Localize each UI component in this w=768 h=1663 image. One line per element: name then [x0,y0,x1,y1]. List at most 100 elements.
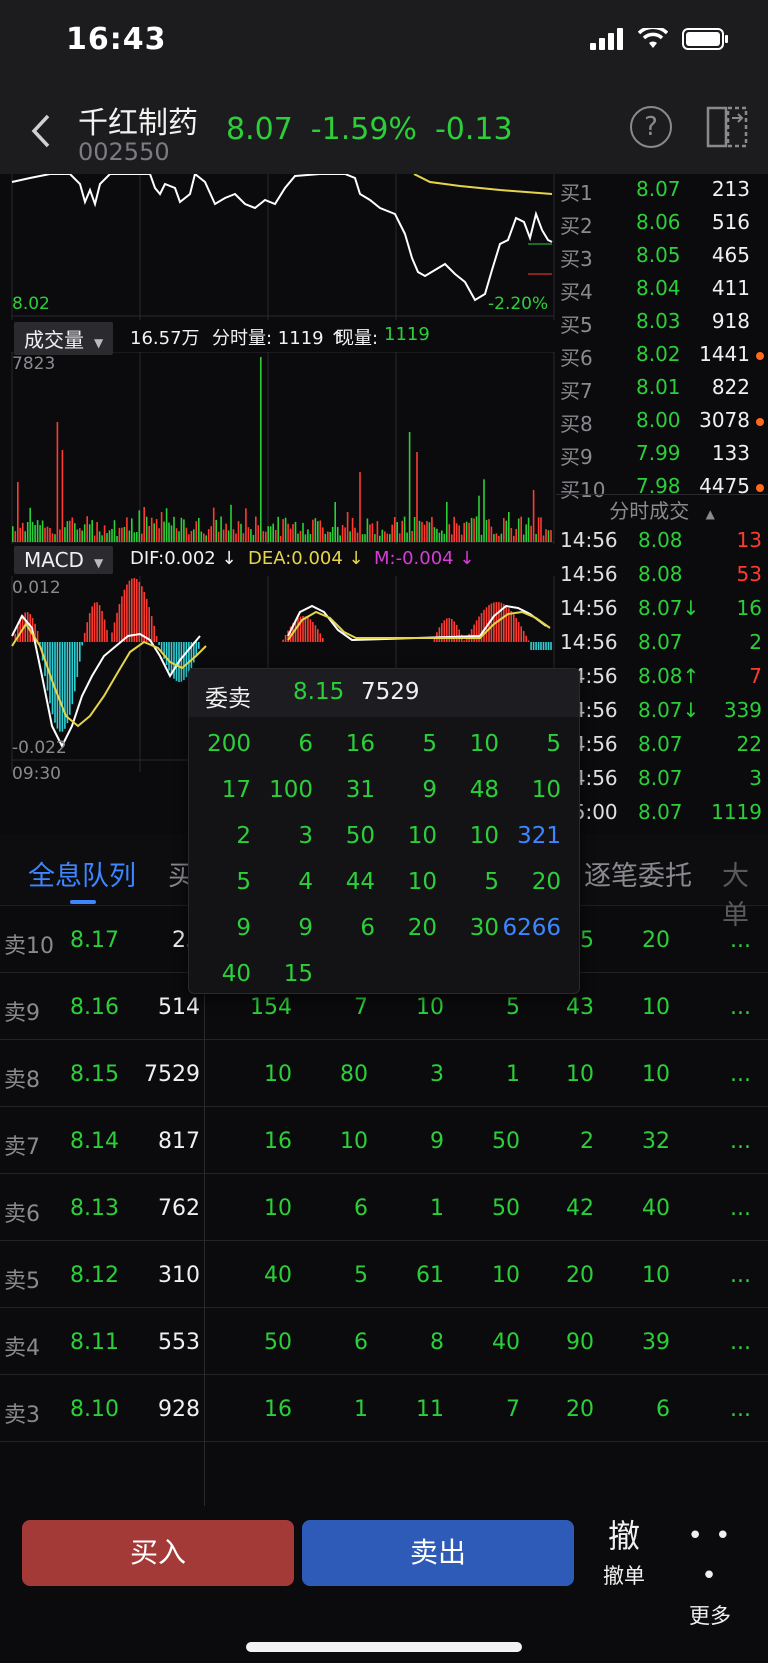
volume-bar [508,512,510,542]
order-book-row[interactable]: 买4 8.04 411 [556,273,768,306]
order-book-row[interactable]: 买2 8.06 516 [556,207,768,240]
macd-dif-line [11,614,201,749]
queue-more-icon[interactable]: ... [730,1263,751,1288]
queue-price: 8.15 [70,1062,119,1087]
volume-bar [49,528,51,542]
order-book-row[interactable]: 买6 8.02 1441 [556,339,768,372]
volume-bar [262,531,265,542]
macd-bar [131,578,133,642]
volume-bar [366,518,369,542]
order-book-row[interactable]: 买1 8.07 213 [556,174,768,207]
queue-total-volume: 310 [158,1263,200,1288]
volume-bar [195,521,198,542]
queue-more-icon[interactable]: ... [730,1196,751,1221]
sell-button[interactable]: 卖出 [302,1520,574,1586]
volume-bar [441,530,443,542]
queue-row[interactable]: 卖4 8.11 553 50 6 8 40 90 39... [0,1308,768,1375]
buy-button[interactable]: 买入 [22,1520,294,1586]
volume-bar [267,526,269,542]
tab-by-order[interactable]: 逐笔委托 [584,854,692,893]
order-book-row[interactable]: 买5 8.03 918 [556,306,768,339]
queue-level: 卖5 [4,1269,40,1294]
volume-bar [252,535,255,542]
macd-bar [522,630,525,642]
queue-level: 卖9 [4,1001,40,1026]
queue-order-size: 6 [656,1397,670,1422]
trade-time: 14:56 [560,596,618,620]
volume-bar [317,521,319,542]
macd-bar [307,617,309,642]
queue-more-icon[interactable]: ... [730,1397,751,1422]
queue-more-icon[interactable]: ... [730,1330,751,1355]
order-book-row[interactable]: 买8 8.00 3078 [556,405,768,438]
macd-bar [490,603,493,642]
current-volume-label: 现量: [336,328,379,349]
volume-bar [361,534,364,542]
back-button[interactable] [22,106,62,156]
queue-order-size: 10 [264,1062,292,1087]
macd-dea: DEA:0.004 ↓ [248,548,364,569]
volume-bar [207,529,210,542]
queue-level: 卖10 [4,934,54,959]
volume-bar [446,502,448,542]
queue-row[interactable]: 卖7 8.14 817 16 10 9 50 2 32... [0,1107,768,1174]
queue-row[interactable]: 卖8 8.15 7529 10 80 3 1 10 10... [0,1040,768,1107]
order-book-row[interactable]: 买3 8.05 465 [556,240,768,273]
queue-order-size: 10 [642,1263,670,1288]
macd-bar [532,642,535,650]
volume-bar [418,520,421,542]
status-time: 16:43 [66,22,167,57]
time-axis-start: 09:30 [12,764,61,784]
volume-bar [376,521,379,542]
tick-trades-header[interactable]: 分时成交 ▲ [556,494,768,528]
order-book-level: 买3 [560,247,593,271]
volume-bar [185,527,188,542]
queue-level: 卖8 [4,1068,40,1093]
volume-bar [431,517,433,542]
order-book-row[interactable]: 买9 7.99 133 [556,438,768,471]
cancel-order-button[interactable]: 撤 撤单 [594,1516,654,1590]
popup-order-size: 9 [298,915,313,941]
more-button[interactable]: • • • 更多 [680,1516,740,1630]
volume-bar [386,533,389,542]
order-queue-popup[interactable]: 委卖 8.15 7529 200 6 16 5 10 5 17 100 31 9 48 10 2 3 50 1… [188,668,580,994]
volume-bar [116,536,118,542]
volume-bar [212,507,215,542]
queue-more-icon[interactable]: ... [730,995,751,1020]
volume-indicator-select[interactable]: 成交量 ▼ [14,322,114,355]
queue-row[interactable]: 卖6 8.13 762 10 6 1 50 42 40... [0,1174,768,1241]
volume-bar [517,518,520,542]
volume-bar [155,519,158,542]
trade-volume: 2 [749,630,762,654]
macd-bar [527,640,530,642]
volume-bar [41,520,44,542]
queue-order-size: 1 [354,1397,368,1422]
popup-order-size: 200 [207,731,251,757]
tab-full-queue[interactable]: 全息队列 [28,854,136,893]
cellular-signal-icon [590,28,623,50]
macd-bar [111,632,113,642]
queue-order-size: 8 [430,1330,444,1355]
queue-row[interactable]: 卖5 8.12 310 40 5 61 10 20 10... [0,1241,768,1308]
queue-more-icon[interactable]: ... [730,1062,751,1087]
queue-row[interactable]: 卖3 8.10 928 16 1 11 7 20 6... [0,1375,768,1442]
layout-switch-icon[interactable] [706,104,750,150]
volume-bar [126,517,128,542]
volume-bar [250,529,252,542]
queue-more-icon[interactable]: ... [730,928,751,953]
macd-bar [126,584,128,642]
macd-indicator-select[interactable]: MACD ▼ [14,546,114,574]
volume-bar [527,517,530,542]
volume-bar [108,530,111,542]
popup-order-size: 31 [345,777,375,803]
order-book-price: 8.06 [636,210,681,234]
order-book-row[interactable]: 买7 8.01 822 [556,372,768,405]
volume-bar [98,531,101,542]
queue-more-icon[interactable]: ... [730,1129,751,1154]
help-button[interactable]: ? [630,106,672,148]
popup-order-size: 5 [422,731,437,757]
volume-bar [245,508,247,542]
volume-bar [406,532,408,542]
volume-bar [453,516,455,542]
macd-bar [535,642,537,650]
